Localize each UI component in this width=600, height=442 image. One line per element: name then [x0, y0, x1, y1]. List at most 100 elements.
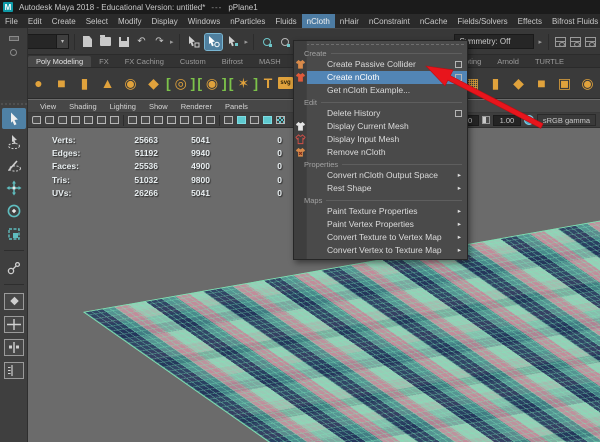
menu-effects[interactable]: Effects [513, 14, 547, 28]
pencil-icon[interactable] [110, 116, 119, 124]
menu-windows[interactable]: Windows [183, 14, 225, 28]
shelf-tab-bifrost[interactable]: Bifrost [214, 56, 251, 67]
menu-item-create-ncloth[interactable]: Create nCloth [295, 71, 467, 84]
shelf-minimize-icon[interactable] [8, 36, 19, 41]
circle-tool-icon[interactable]: ◉ [204, 70, 220, 96]
gate-mask-icon[interactable] [167, 116, 176, 124]
save-scene-button[interactable] [116, 34, 131, 49]
snap-to-grid-button[interactable] [259, 34, 274, 49]
menu-select[interactable]: Select [81, 14, 113, 28]
poly-cube-icon[interactable]: ■ [51, 70, 72, 96]
menu-edit[interactable]: Edit [23, 14, 47, 28]
curves-tool-icon[interactable]: ◎ [173, 70, 189, 96]
wheel-icon[interactable]: ◉ [577, 70, 598, 96]
option-box-icon[interactable] [455, 110, 462, 117]
poly-sphere-icon[interactable]: ● [28, 70, 49, 96]
layout-four-pane-button[interactable] [3, 316, 24, 333]
shelf-tab-mash[interactable]: MASH [251, 56, 289, 67]
menu-item-delete-history[interactable]: Delete History [307, 107, 467, 120]
transform-manip-icon[interactable] [97, 116, 106, 124]
menu-item-convert-texture-to-vertex-map[interactable]: Convert Texture to Vertex Map ▸ [307, 231, 467, 244]
last-tool-used[interactable] [2, 257, 26, 278]
safe-action-icon[interactable] [193, 116, 202, 124]
tear-off-handle[interactable] [296, 42, 465, 47]
paint-select-tool[interactable] [2, 154, 26, 175]
color-management-globe-icon[interactable] [523, 115, 534, 125]
panel-menu-show[interactable]: Show [149, 102, 168, 111]
text-tool-icon[interactable]: T [260, 75, 276, 91]
diamond-grid-icon[interactable]: ◆ [508, 70, 529, 96]
snap-to-curve-button[interactable] [277, 34, 292, 49]
grid-toggle-icon[interactable] [128, 116, 137, 124]
ipr-render-icon[interactable] [570, 36, 581, 47]
menu-nconstraint[interactable]: nConstraint [364, 14, 415, 28]
menu-nparticles[interactable]: nParticles [225, 14, 270, 28]
add-camera-icon[interactable] [45, 116, 54, 124]
menu-item-convert-vertex-to-texture-map[interactable]: Convert Vertex to Texture Map ▸ [307, 244, 467, 257]
layout-outliner-persp-button[interactable] [3, 362, 24, 379]
rotate-tool[interactable] [2, 200, 26, 221]
shaded-mode-icon[interactable] [237, 116, 246, 124]
shelf-tab-arnold[interactable]: Arnold [489, 56, 527, 67]
menu-display[interactable]: Display [147, 14, 183, 28]
resolution-gate-icon[interactable] [154, 116, 163, 124]
panel-menu-lighting[interactable]: Lighting [110, 102, 136, 111]
menu-item-display-current-mesh[interactable]: Display Current Mesh [295, 120, 467, 133]
menu-item-get-ncloth-example[interactable]: Get nCloth Example... [307, 84, 467, 97]
view-transform-selector[interactable]: sRGB gamma [536, 114, 596, 126]
menu-item-rest-shape[interactable]: Rest Shape ▸ [307, 182, 467, 195]
select-tool[interactable] [1, 108, 26, 129]
cylinder-stack-icon[interactable]: ▮ [485, 70, 506, 96]
menu-modify[interactable]: Modify [113, 14, 147, 28]
paint-on-camera-icon[interactable] [84, 116, 93, 124]
menu-ncache[interactable]: nCache [415, 14, 453, 28]
menu-nhair[interactable]: nHair [335, 14, 364, 28]
textured-mode-icon[interactable] [250, 116, 259, 124]
wireframe-mode-icon[interactable] [224, 116, 233, 124]
panel-menu-view[interactable]: View [40, 102, 56, 111]
scale-tool[interactable] [2, 223, 26, 244]
xray-mode-icon[interactable] [276, 116, 285, 124]
field-chart-icon[interactable] [180, 116, 189, 124]
safe-title-icon[interactable] [206, 116, 215, 124]
menu-ncloth[interactable]: nCloth [301, 14, 335, 28]
layout-two-pane-button[interactable] [3, 339, 24, 356]
move-tool[interactable] [2, 177, 26, 198]
select-hierarchy-mode-button[interactable] [185, 34, 202, 50]
shelf-tab-fx-caching[interactable]: FX Caching [117, 56, 172, 67]
menu-fluids[interactable]: Fluids [270, 14, 301, 28]
menu-item-create-passive-collider[interactable]: Create Passive Collider [295, 58, 467, 71]
shelf-tab-turtle[interactable]: TURTLE [527, 56, 572, 67]
film-gate-icon[interactable] [141, 116, 150, 124]
shelf-tab-custom[interactable]: Custom [172, 56, 214, 67]
square-target-icon[interactable]: ▣ [554, 70, 575, 96]
menu-create[interactable]: Create [47, 14, 81, 28]
shelf-tab-poly-modeling[interactable]: Poly Modeling [28, 56, 92, 67]
render-settings-icon[interactable] [585, 36, 596, 47]
gamma-field[interactable]: 1.00 [492, 114, 521, 126]
poly-cone-icon[interactable]: ▲ [97, 70, 118, 96]
select-object-mode-button[interactable] [203, 32, 223, 51]
redo-button[interactable]: ↷ [152, 34, 167, 49]
lasso-select-tool[interactable] [2, 131, 26, 152]
menu-item-remove-ncloth[interactable]: Remove nCloth [295, 146, 467, 159]
poly-plane-icon[interactable]: ◆ [143, 70, 164, 96]
panel-menu-renderer[interactable]: Renderer [181, 102, 212, 111]
poly-cylinder-icon[interactable]: ▮ [74, 70, 95, 96]
open-scene-button[interactable] [98, 34, 113, 49]
movie-camera-icon[interactable] [32, 116, 41, 124]
panel-menu-shading[interactable]: Shading [69, 102, 97, 111]
menu-item-paint-vertex-properties[interactable]: Paint Vertex Properties ▸ [307, 218, 467, 231]
menu-item-paint-texture-properties[interactable]: Paint Texture Properties ▸ [307, 205, 467, 218]
render-view-icon[interactable] [555, 36, 566, 47]
panel-menu-panels[interactable]: Panels [225, 102, 248, 111]
undo-button[interactable]: ↶ [134, 34, 149, 49]
shelf-radio-icon[interactable] [10, 49, 17, 56]
select-component-mode-button[interactable] [225, 34, 242, 50]
contrast-icon[interactable] [481, 116, 490, 124]
option-box-icon[interactable] [455, 61, 462, 68]
menu-file[interactable]: File [0, 14, 23, 28]
option-box-icon[interactable] [455, 74, 462, 81]
use-all-lights-icon[interactable] [263, 116, 272, 124]
wire-cube-icon[interactable]: ■ [531, 70, 552, 96]
